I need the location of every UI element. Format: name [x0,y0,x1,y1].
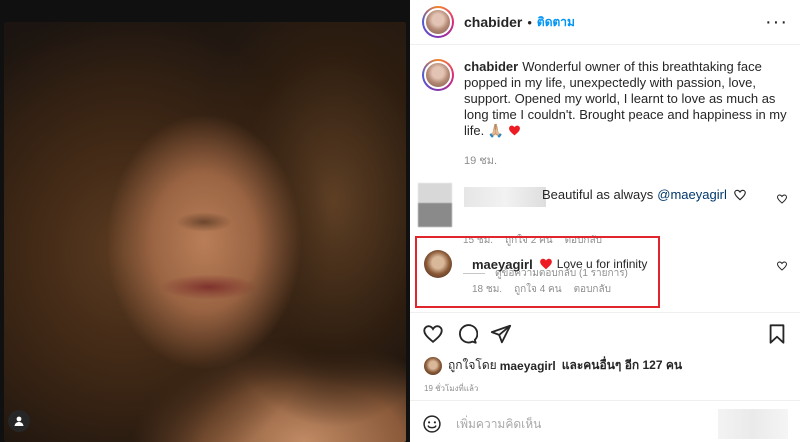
reply-likes[interactable]: ถูกใจ 4 คน [514,282,562,297]
user-tag-icon [14,416,24,426]
post-age: 19 ชั่วโมงที่แล้ว [424,384,479,393]
user-tag-button[interactable] [8,410,30,432]
caption-avatar[interactable] [422,59,454,91]
emoji-icon[interactable] [422,414,442,434]
blurred-post-button [718,409,788,439]
compose-divider [410,400,800,401]
reply-meta: 18 ชม. ถูกใจ 4 คน ตอบกลับ [472,282,611,297]
comment-composer: เพิ่มความคิดเห็น [422,409,788,439]
heart-icon[interactable] [422,323,444,345]
reply-text: maeyagirl Love u for infinity [472,257,647,272]
author-avatar[interactable] [422,6,454,38]
more-icon[interactable]: ··· [765,12,788,32]
bookmark-icon[interactable] [766,323,788,345]
likes-user[interactable]: maeyagirl [500,359,556,373]
caption-time: 19 ชม. [464,155,498,167]
blurred-commenter-name [464,187,546,207]
reply-avatar[interactable] [424,250,452,278]
likes-summary[interactable]: ถูกใจโดย maeyagirl และคนอื่นๆ อีก 127 คน [424,356,685,375]
author-username[interactable]: chabider [464,14,522,30]
comment-item: Beautiful as always @maeyagirl [410,183,800,227]
reply-reply-button[interactable]: ตอบกลับ [574,282,611,297]
actions-divider [410,312,800,313]
red-heart-emoji-icon [539,258,552,270]
likes-suffix[interactable]: และคนอื่นๆ อีก 127 คน [562,356,682,375]
caption-username[interactable]: chabider [464,59,518,74]
reply-message: Love u for infinity [556,257,648,271]
photo-pane [0,0,410,442]
instagram-post-view: chabider • ติดตาม ··· chabider Wonderful … [0,0,800,442]
follow-button[interactable]: ติดตาม [537,13,575,32]
reply-time: 18 ชม. [472,284,503,295]
mention-link[interactable]: @maeyagirl [657,187,727,202]
red-heart-emoji-icon [508,125,520,136]
comment-icon[interactable] [456,323,478,345]
likes-prefix: ถูกใจโดย [448,358,497,372]
like-reply-heart-icon[interactable] [776,260,788,272]
caption-body: chabider Wonderful owner of this breathta… [464,59,788,139]
blurred-commenter-avatar [418,183,452,227]
post-side-panel: chabider • ติดตาม ··· chabider Wonderful … [410,0,800,442]
post-caption: chabider Wonderful owner of this breathta… [410,45,800,139]
outline-heart-emoji-icon [734,189,746,200]
comment-input[interactable]: เพิ่มความคิดเห็น [456,415,541,434]
post-actions [422,322,788,346]
post-photo[interactable] [4,22,406,442]
liker-avatar [424,356,442,375]
post-header: chabider • ติดตาม ··· [410,0,800,45]
like-comment-heart-icon[interactable] [776,193,788,205]
separator-dot: • [527,14,532,30]
reply-username[interactable]: maeyagirl [472,257,533,272]
share-icon[interactable] [490,323,512,345]
reply-item: maeyagirl Love u for infinity [424,250,647,278]
comment-text: Beautiful as always @maeyagirl [542,187,747,202]
